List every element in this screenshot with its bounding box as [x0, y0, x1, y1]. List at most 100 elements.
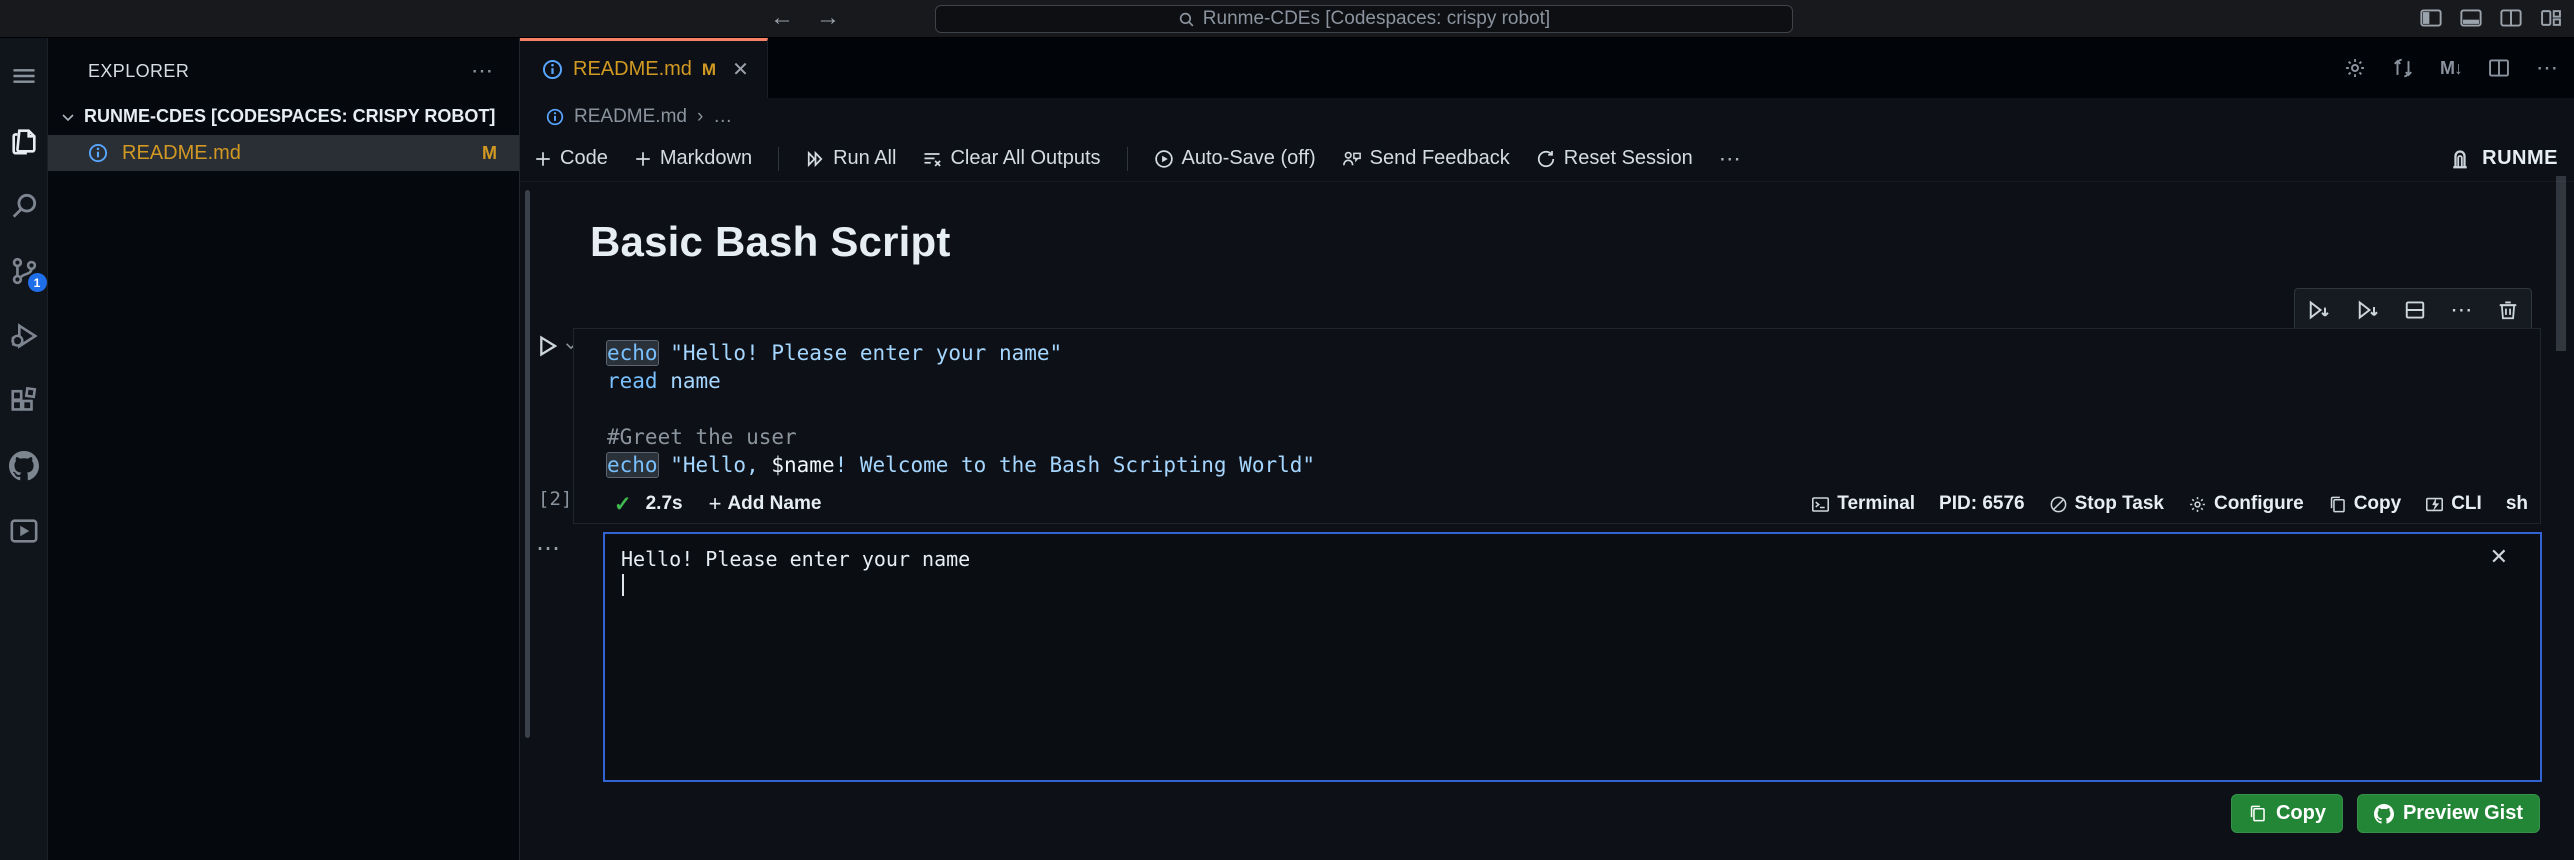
- info-icon: [542, 59, 563, 80]
- runme-brand: RUNME: [2448, 147, 2558, 171]
- terminal-cursor: [622, 574, 624, 596]
- cell-more-icon[interactable]: ⋯: [2450, 297, 2472, 323]
- output-actions: Copy Preview Gist: [2230, 794, 2540, 833]
- tab-close-icon[interactable]: ✕: [732, 57, 749, 82]
- copy-output-button[interactable]: Copy: [2230, 794, 2343, 833]
- run-all-icon: [805, 149, 825, 169]
- configure-button[interactable]: Configure: [2188, 493, 2304, 515]
- run-cell-button[interactable]: [534, 333, 578, 359]
- breadcrumb-separator: ›: [696, 106, 704, 127]
- activity-bar: 1: [0, 38, 48, 860]
- plus-icon: +: [708, 491, 722, 516]
- notebook-toolbar: Code Markdown Run All Clear All Outputs …: [520, 136, 2574, 182]
- run-all-button[interactable]: Run All: [805, 147, 896, 170]
- command-center-search[interactable]: Runme-CDEs [Codespaces: crispy robot]: [935, 5, 1793, 33]
- send-feedback-button[interactable]: Send Feedback: [1342, 147, 1510, 170]
- editor-scrollbar[interactable]: [2556, 176, 2566, 351]
- workspace-section-header[interactable]: RUNME-CDES [CODESPACES: CRISPY ROBOT]: [48, 98, 519, 135]
- copy-icon: [2248, 804, 2267, 823]
- sidebar-item-run-debug[interactable]: [8, 320, 40, 352]
- delete-cell-icon[interactable]: [2497, 299, 2519, 321]
- stop-circle-icon: [2049, 495, 2068, 514]
- toggle-secondary-sidebar-icon[interactable]: [2500, 7, 2522, 29]
- settings-gear-icon[interactable]: [2344, 57, 2366, 79]
- runme-logo-icon: [2448, 147, 2472, 171]
- feedback-icon: [1342, 149, 1362, 169]
- preview-gist-button[interactable]: Preview Gist: [2356, 794, 2540, 833]
- file-name: README.md: [122, 141, 241, 164]
- stop-task-button[interactable]: Stop Task: [2049, 493, 2164, 515]
- explorer-title: EXPLORER: [88, 60, 190, 81]
- toggle-sidebar-icon[interactable]: [2420, 7, 2442, 29]
- editor-more-icon[interactable]: ⋯: [2536, 55, 2558, 81]
- copy-button[interactable]: Copy: [2328, 493, 2401, 515]
- session-sync-icon[interactable]: [2392, 57, 2414, 79]
- customize-layout-icon[interactable]: [2540, 7, 2562, 29]
- terminal-button[interactable]: Terminal: [1811, 493, 1915, 515]
- sidebar-item-github[interactable]: [8, 450, 40, 482]
- reset-session-button[interactable]: Reset Session: [1536, 147, 1693, 170]
- plus-icon: [634, 150, 652, 168]
- reset-icon: [1536, 149, 1556, 169]
- sidebar-item-extensions[interactable]: [8, 385, 40, 417]
- toolbar-divider: [1126, 146, 1128, 171]
- code-lines[interactable]: echo "Hello! Please enter your name" read…: [574, 329, 2540, 485]
- plus-icon: [534, 150, 552, 168]
- markdown-preview-icon[interactable]: M↓: [2440, 58, 2463, 79]
- tab-readme[interactable]: README.md M ✕: [520, 38, 768, 98]
- breadcrumb-more[interactable]: …: [713, 106, 732, 128]
- output-more-icon[interactable]: ⋯: [536, 534, 562, 563]
- add-markdown-cell-button[interactable]: Markdown: [634, 147, 752, 170]
- sidebar-item-search[interactable]: [8, 190, 40, 222]
- history-back-icon[interactable]: ←: [770, 4, 794, 32]
- output-close-icon[interactable]: ✕: [2490, 544, 2508, 570]
- split-cell-icon[interactable]: [2404, 299, 2426, 321]
- clear-all-outputs-button[interactable]: Clear All Outputs: [922, 147, 1101, 170]
- sidebar-item-explorer[interactable]: [8, 125, 40, 157]
- toolbar-divider: [778, 146, 780, 171]
- source-control-badge: 1: [27, 273, 47, 292]
- file-row-readme[interactable]: README.md M: [48, 135, 519, 171]
- breadcrumb-file[interactable]: README.md: [574, 106, 687, 128]
- execute-above-icon[interactable]: [2307, 298, 2331, 322]
- toolbar-more-icon[interactable]: ⋯: [1719, 146, 1741, 172]
- cell-focus-indicator: [525, 190, 530, 738]
- sidebar-item-runme[interactable]: [8, 515, 40, 547]
- breadcrumb: README.md › …: [520, 98, 2574, 136]
- cell-language-label[interactable]: sh: [2506, 493, 2528, 515]
- history-forward-icon[interactable]: →: [816, 4, 840, 32]
- success-check-icon: ✓: [614, 492, 632, 516]
- tab-label: README.md: [573, 58, 692, 80]
- terminal-icon: [1811, 495, 1830, 514]
- auto-save-toggle[interactable]: Auto-Save (off): [1154, 147, 1316, 170]
- cli-button[interactable]: CLI: [2425, 493, 2482, 515]
- auto-save-icon: [1154, 149, 1174, 169]
- explorer-more-icon[interactable]: ⋯: [471, 58, 493, 84]
- execution-count: [2]: [538, 488, 573, 510]
- clear-outputs-icon: [922, 149, 942, 169]
- vscode-window: ← → Runme-CDEs [Codespaces: crispy robot…: [0, 0, 2574, 860]
- menu-icon[interactable]: [8, 60, 40, 92]
- cell-status-bar: ✓ 2.7s + Add Name Terminal PID: 6576 Sto…: [574, 485, 2540, 523]
- copy-icon: [2328, 495, 2347, 514]
- git-modified-badge: M: [482, 142, 497, 163]
- tab-bar: README.md M ✕ M↓ ⋯: [520, 38, 2574, 98]
- markdown-heading: Basic Bash Script: [590, 218, 951, 265]
- add-name-button[interactable]: + Add Name: [709, 491, 822, 517]
- explorer-sidebar: EXPLORER ⋯ RUNME-CDES [CODESPACES: CRISP…: [48, 38, 520, 860]
- pid-label: PID: 6576: [1939, 493, 2025, 514]
- toggle-panel-icon[interactable]: [2460, 7, 2482, 29]
- info-icon: [546, 108, 564, 126]
- execute-below-icon[interactable]: [2356, 298, 2380, 322]
- cell-hover-toolbar: ⋯: [2294, 288, 2532, 332]
- sidebar-item-source-control[interactable]: 1: [8, 255, 47, 292]
- terminal-output[interactable]: Hello! Please enter your name ✕: [603, 532, 2542, 782]
- github-icon: [2373, 803, 2394, 824]
- search-icon: [1178, 11, 1195, 28]
- add-code-cell-button[interactable]: Code: [534, 147, 608, 170]
- info-icon: [88, 143, 108, 163]
- split-editor-icon[interactable]: [2488, 57, 2510, 79]
- gear-icon: [2188, 495, 2207, 514]
- tab-dirty-badge: M: [701, 59, 717, 79]
- code-cell[interactable]: echo "Hello! Please enter your name" read…: [573, 328, 2541, 524]
